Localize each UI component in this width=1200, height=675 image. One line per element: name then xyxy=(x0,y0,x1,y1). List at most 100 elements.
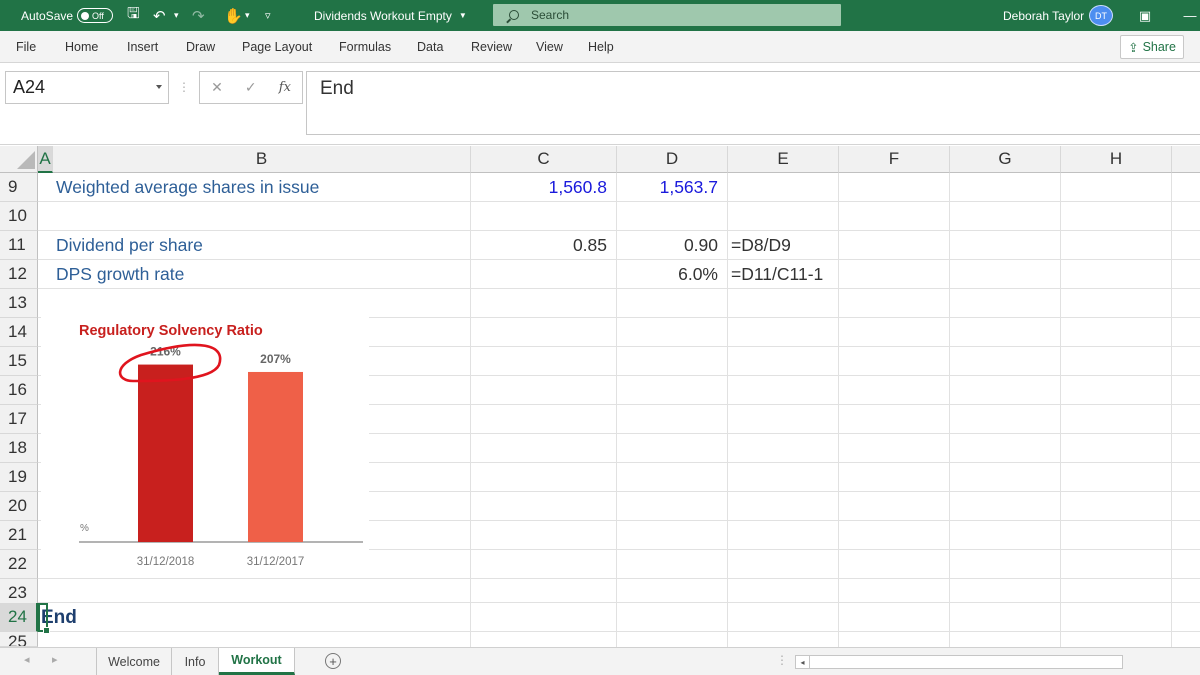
column-header-f[interactable]: F xyxy=(839,146,950,173)
touch-dropdown-icon[interactable]: ▾ xyxy=(245,0,250,31)
column-header-d[interactable]: D xyxy=(617,146,728,173)
name-box[interactable]: A24 xyxy=(5,71,169,104)
column-header-g[interactable]: G xyxy=(950,146,1061,173)
cell-d9[interactable]: 1,563.7 xyxy=(617,173,718,202)
cell-c11[interactable]: 0.85 xyxy=(471,231,607,260)
solvency-chart-image[interactable]: Regulatory Solvency Ratio % 216% 31/12/20… xyxy=(41,315,369,575)
row-header-13[interactable]: 13 xyxy=(0,289,38,318)
user-name[interactable]: Deborah Taylor xyxy=(1003,0,1084,31)
cell-b11[interactable]: Dividend per share xyxy=(56,231,203,260)
row-header-25[interactable]: 25 xyxy=(0,632,38,647)
row-header-10[interactable]: 10 xyxy=(0,202,38,231)
tab-formulas[interactable]: Formulas xyxy=(339,31,391,62)
column-header-i[interactable] xyxy=(1172,146,1200,173)
row-header-9[interactable]: 9 xyxy=(0,173,38,202)
column-header-a[interactable]: A xyxy=(38,146,53,173)
cell-b12[interactable]: DPS growth rate xyxy=(56,260,184,289)
save-icon[interactable]: 🖫 xyxy=(127,0,140,31)
sheet-tab-welcome[interactable]: Welcome xyxy=(96,648,172,675)
chart-bar xyxy=(248,371,303,542)
tab-page-layout[interactable]: Page Layout xyxy=(242,31,312,62)
search-input[interactable]: Search xyxy=(493,4,841,26)
row-header-14[interactable]: 14 xyxy=(0,318,38,347)
row-header-21[interactable]: 21 xyxy=(0,521,38,550)
column-header-e[interactable]: E xyxy=(728,146,839,173)
autosave-toggle[interactable]: Off xyxy=(77,8,113,23)
formula-input[interactable]: End xyxy=(306,71,1200,135)
scroll-left-icon[interactable]: ◂ xyxy=(24,653,30,666)
sheet-tab-info[interactable]: Info xyxy=(172,648,219,675)
row-header-20[interactable]: 20 xyxy=(0,492,38,521)
grid-line xyxy=(38,602,1200,603)
chevron-down-icon[interactable] xyxy=(156,85,162,89)
tab-view[interactable]: View xyxy=(536,31,563,62)
y-axis-label: % xyxy=(80,523,89,534)
cell-e11[interactable]: =D8/D9 xyxy=(731,231,791,260)
search-icon xyxy=(509,10,519,20)
autosave-state: Off xyxy=(92,10,104,21)
share-icon: ⇪ xyxy=(1128,40,1139,55)
chart-category-label: 31/12/2018 xyxy=(137,556,195,568)
column-header-c[interactable]: C xyxy=(471,146,617,173)
active-cell-border xyxy=(38,603,50,634)
row-header-19[interactable]: 19 xyxy=(0,463,38,492)
column-header-h[interactable]: H xyxy=(1061,146,1172,173)
touch-mode-icon[interactable]: ✋ xyxy=(224,0,243,31)
row-header-17[interactable]: 17 xyxy=(0,405,38,434)
more-icon: ⋮ xyxy=(776,653,788,667)
scroll-right-icon[interactable]: ▸ xyxy=(52,653,58,666)
row-header-12[interactable]: 12 xyxy=(0,260,38,289)
cell-c9[interactable]: 1,560.8 xyxy=(471,173,607,202)
tab-home[interactable]: Home xyxy=(65,31,98,62)
row-header-11[interactable]: 11 xyxy=(0,231,38,260)
chart-category-label: 31/12/2017 xyxy=(247,556,305,568)
minimize-icon[interactable]: — xyxy=(1180,0,1200,31)
chart-data-label: 207% xyxy=(260,352,291,366)
formula-buttons: ✕ ✓ fx xyxy=(199,71,303,104)
grid-line xyxy=(838,173,839,647)
customize-qat-icon[interactable]: ▿ xyxy=(265,0,271,31)
tab-review[interactable]: Review xyxy=(471,31,512,62)
chart-svg: Regulatory Solvency Ratio % 216%31/12/20… xyxy=(79,323,363,568)
cell-b9[interactable]: Weighted average shares in issue xyxy=(56,173,319,202)
scroll-left-arrow-icon[interactable]: ◂ xyxy=(796,656,810,668)
share-button[interactable]: ⇪ Share xyxy=(1120,35,1184,59)
avatar[interactable]: DT xyxy=(1089,5,1113,26)
horizontal-scrollbar[interactable]: ◂ xyxy=(795,655,1123,669)
row-header-15[interactable]: 15 xyxy=(0,347,38,376)
title-bar: AutoSave Off 🖫 ↶ ▾ ↷ ✋ ▾ ▿ Dividends Wor… xyxy=(0,0,1200,31)
grid-line xyxy=(727,173,728,647)
tab-insert[interactable]: Insert xyxy=(127,31,158,62)
sheet-tab-workout[interactable]: Workout xyxy=(219,648,295,675)
cell-d12[interactable]: 6.0% xyxy=(617,260,718,289)
row-header-18[interactable]: 18 xyxy=(0,434,38,463)
enter-icon[interactable]: ✓ xyxy=(245,79,257,96)
cell-e12[interactable]: =D11/C11-1 xyxy=(731,260,823,289)
select-all-button[interactable] xyxy=(0,146,38,173)
undo-dropdown-icon[interactable]: ▾ xyxy=(174,0,179,31)
row-header-22[interactable]: 22 xyxy=(0,550,38,579)
formula-bar: A24 ⋮ ✕ ✓ fx End xyxy=(0,63,1200,145)
row-header-16[interactable]: 16 xyxy=(0,376,38,405)
tab-file[interactable]: File xyxy=(16,31,36,62)
ribbon-display-icon[interactable]: ▣ xyxy=(1133,0,1157,31)
chart-bar xyxy=(138,364,193,542)
redo-icon[interactable]: ↷ xyxy=(192,0,205,31)
grid-line xyxy=(949,173,950,647)
row-header-24[interactable]: 24 xyxy=(0,603,38,632)
sheet-tab-bar: ◂ ▸ Welcome Info Workout + ⋮ ◂ xyxy=(0,647,1200,675)
chart-title: Regulatory Solvency Ratio xyxy=(79,323,263,339)
tab-data[interactable]: Data xyxy=(417,31,443,62)
tab-draw[interactable]: Draw xyxy=(186,31,215,62)
cancel-icon[interactable]: ✕ xyxy=(211,79,223,96)
grid-line xyxy=(1060,173,1061,647)
autosave-label: AutoSave xyxy=(21,8,74,23)
undo-icon[interactable]: ↶ xyxy=(153,0,166,31)
cell-d11[interactable]: 0.90 xyxy=(617,231,718,260)
grid-line xyxy=(38,631,1200,632)
document-title[interactable]: Dividends Workout Empty ▼ xyxy=(314,0,467,31)
column-header-b[interactable]: B xyxy=(53,146,471,173)
insert-function-icon[interactable]: fx xyxy=(279,80,291,95)
tab-help[interactable]: Help xyxy=(588,31,614,62)
add-sheet-icon[interactable]: + xyxy=(325,653,341,669)
